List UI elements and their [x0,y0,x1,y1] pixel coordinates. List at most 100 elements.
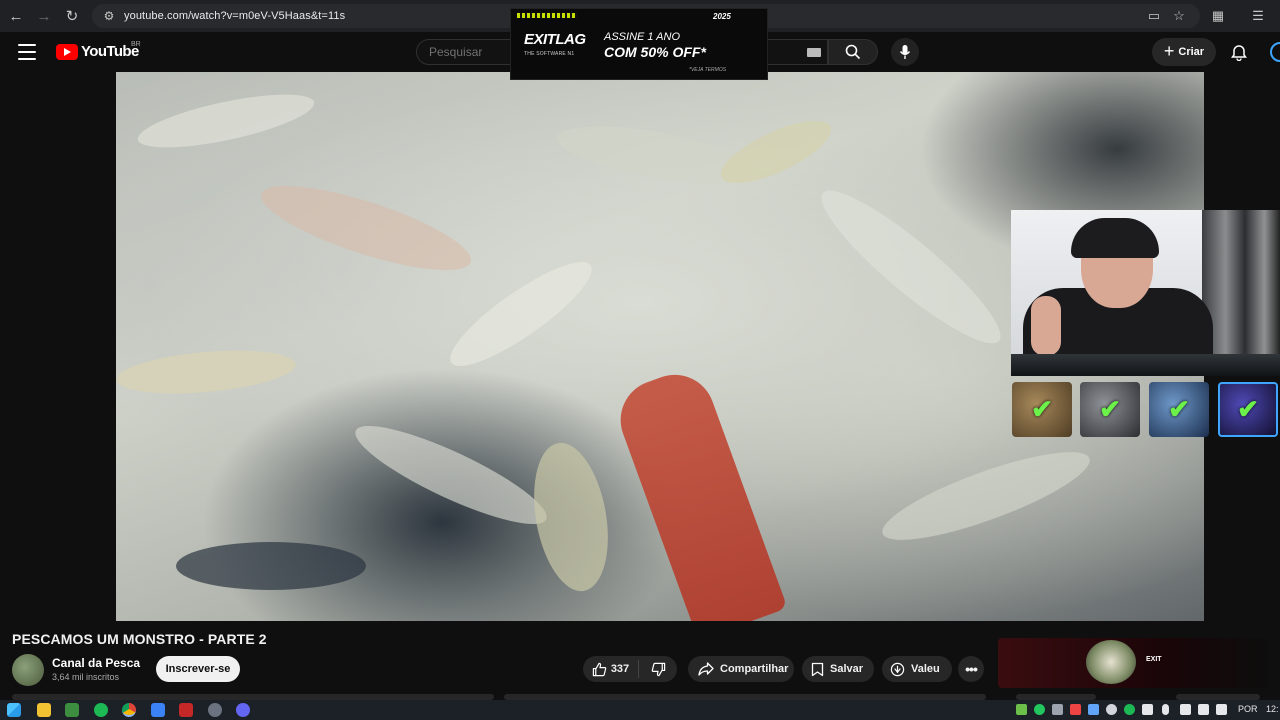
video-frame-detail [116,344,298,400]
search-button[interactable] [828,39,878,65]
taskbar-app-icon[interactable] [236,703,250,717]
share-icon [698,662,714,676]
reload-icon[interactable]: ↻ [58,0,86,32]
channel-name[interactable]: Canal da Pesca [52,656,140,670]
achievement-tile: ✔ [1218,382,1278,437]
site-info-icon[interactable]: ⚙ [98,9,120,23]
save-label: Salvar [830,663,864,675]
like-button[interactable]: 337 [583,660,639,678]
check-icon: ✔ [1031,394,1053,424]
share-label: Compartilhar [720,663,789,675]
subscribe-button[interactable]: Inscrever-se [156,656,240,682]
install-app-icon[interactable]: ▭ [1142,0,1166,32]
dislike-button[interactable] [639,662,677,677]
voice-search-button[interactable] [891,38,919,66]
bookmark-star-icon[interactable]: ☆ [1167,0,1191,32]
video-frame-detail [609,363,788,621]
save-icon [811,662,824,676]
youtube-play-icon [56,43,78,60]
create-label: Criar [1178,46,1205,58]
video-frame-detail [553,114,759,196]
check-icon: ✔ [1237,394,1259,424]
tray-icon[interactable] [1124,704,1135,715]
language-indicator[interactable]: POR [1238,704,1258,714]
like-count: 337 [610,663,630,675]
ad-banner[interactable]: 2025 EXITLAG THE SOFTWARE N1 ASSINE 1 AN… [510,8,768,80]
webcam-detail [1202,210,1280,356]
webcam-overlay [1011,210,1280,356]
bell-icon [1231,45,1247,61]
webcam-frame [1011,354,1280,376]
save-button[interactable]: Salvar [802,656,874,682]
tray-icon[interactable] [1070,704,1081,715]
video-frame-detail [176,542,366,590]
back-icon[interactable]: ← [2,0,30,32]
file-explorer-icon[interactable] [37,703,51,717]
extensions-icon[interactable]: ▦ [1206,0,1230,32]
country-code: BR [131,41,141,48]
achievement-tile: ✔ [1080,382,1140,437]
search-placeholder: Pesquisar [429,45,483,59]
like-dislike-group: 337 [583,656,677,682]
ad-brand: EXITLAG [524,31,586,48]
create-button[interactable]: + Criar [1152,38,1216,66]
chrome-icon[interactable] [122,703,136,717]
video-frame-detail [134,83,318,159]
ad-brand-tagline: THE SOFTWARE N1 [524,51,575,57]
tray-icon[interactable] [1142,704,1153,715]
keyboard-icon[interactable] [807,48,821,57]
tray-icon[interactable] [1180,704,1191,715]
search-icon [845,44,861,60]
taskbar-app-icon[interactable] [151,703,165,717]
screen: ← → ↻ ⚙ youtube.com/watch?v=m0eV-V5Haas&… [0,0,1280,720]
microphone-tray-icon[interactable] [1162,704,1169,715]
taskbar-app-icon[interactable] [65,703,79,717]
spotify-icon[interactable] [94,703,108,717]
tray-icon[interactable] [1052,704,1063,715]
subscriber-count: 3,64 mil inscritos [52,672,120,682]
start-icon[interactable] [7,703,21,717]
ad-line-2: COM 50% OFF* [604,44,706,60]
ad-stripe [517,13,577,18]
notifications-button[interactable] [1228,41,1250,63]
system-clock[interactable]: 12: [1266,704,1279,714]
taskbar-app-icon[interactable] [179,703,193,717]
ad-line-1: ASSINE 1 ANO [604,31,681,43]
video-frame-detail [253,169,479,287]
video-frame-detail [523,437,619,597]
webcam-detail [1071,218,1159,258]
os-taskbar: POR 12: [0,700,1280,720]
ad-year: 2025 [713,12,731,21]
video-frame-detail [874,435,1098,557]
tray-icon[interactable] [1034,704,1045,715]
check-icon: ✔ [1168,394,1190,424]
achievement-tile: ✔ [1149,382,1209,437]
tray-icon[interactable] [1106,704,1117,715]
forward-icon[interactable]: → [30,0,58,32]
channel-avatar[interactable] [12,654,44,686]
menu-icon[interactable] [18,44,36,60]
account-avatar[interactable] [1270,42,1280,62]
more-actions-button[interactable]: ••• [958,656,984,682]
ad-graphic [1086,640,1136,684]
tray-icon[interactable] [1088,704,1099,715]
thumbs-up-icon [592,662,607,676]
check-icon: ✔ [1099,394,1121,424]
reading-list-icon[interactable]: ☰ [1246,0,1270,32]
video-frame-detail [346,409,556,541]
volume-icon[interactable] [1216,704,1227,715]
video-frame-detail [806,173,1016,361]
network-icon[interactable] [1198,704,1209,715]
webcam-detail [1031,296,1061,356]
youtube-logo[interactable]: YouTube BR [56,41,141,60]
video-title: PESCAMOS UM MONSTRO - PARTE 2 [12,631,267,647]
thanks-button[interactable]: Valeu [882,656,952,682]
thumbs-down-icon [651,662,665,676]
achievement-tile: ✔ [1012,382,1072,437]
url-text[interactable]: youtube.com/watch?v=m0eV-V5Haas&t=11s [124,10,345,22]
tray-icon[interactable] [1016,704,1027,715]
taskbar-app-icon[interactable] [208,703,222,717]
sidebar-ad[interactable]: EXIT [998,638,1268,688]
share-button[interactable]: Compartilhar [688,656,794,682]
plus-icon: + [1163,41,1175,61]
